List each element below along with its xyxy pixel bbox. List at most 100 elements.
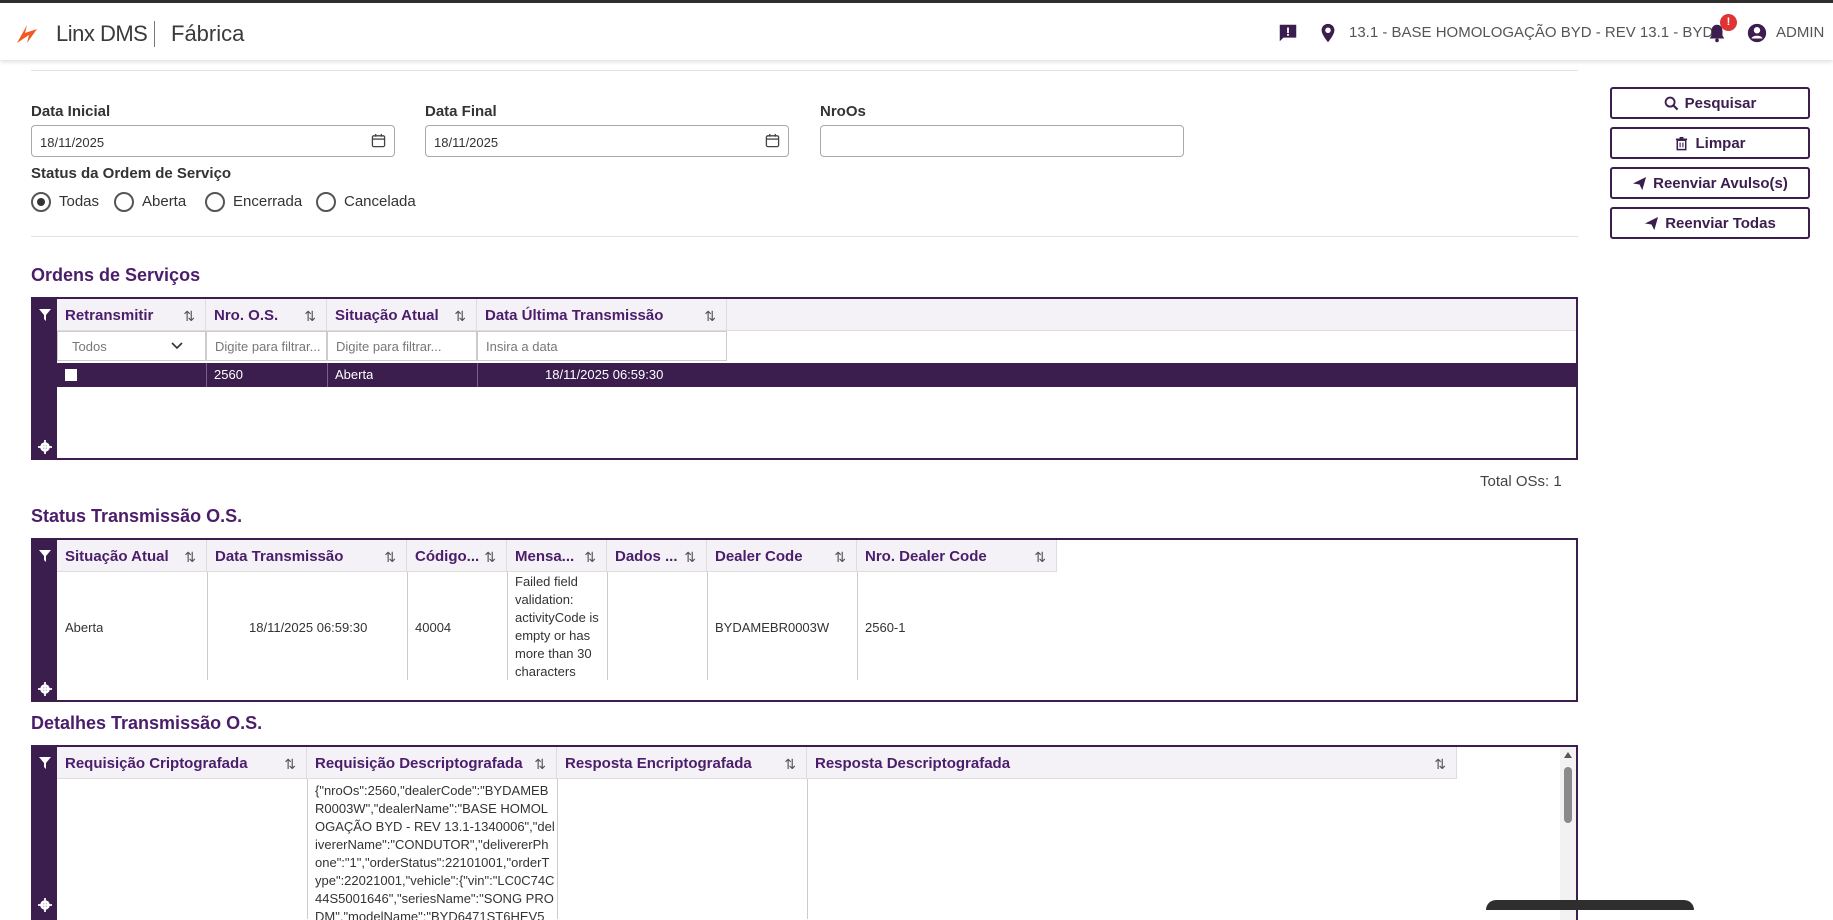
sort-icon[interactable]: ⇅: [183, 308, 195, 325]
gear-icon[interactable]: [38, 898, 52, 912]
filter-icon[interactable]: [39, 757, 51, 769]
col-resposta-descriptografada[interactable]: Resposta Descriptografada ⇅: [807, 747, 1457, 779]
filter-icon[interactable]: [39, 550, 51, 562]
col-requisicao-criptografada[interactable]: Requisição Criptografada ⇅: [57, 747, 307, 779]
data-filter-input[interactable]: Insira a data: [477, 331, 727, 361]
chevron-down-icon: [171, 342, 183, 350]
pesquisar-button[interactable]: Pesquisar: [1610, 87, 1810, 119]
status-os-label: Status da Ordem de Serviço: [31, 165, 232, 182]
location-pin-icon[interactable]: [1317, 22, 1339, 44]
gear-icon[interactable]: [38, 682, 52, 696]
col-retransmitir[interactable]: Retransmitir ⇅: [57, 299, 206, 331]
grid-toolbar: [33, 299, 57, 458]
user-avatar-icon[interactable]: [1746, 22, 1768, 44]
scroll-up-icon[interactable]: [1564, 752, 1572, 758]
cell-divider: [206, 363, 207, 387]
grid-toolbar: [33, 540, 57, 700]
reenviar-avulsos-button[interactable]: Reenviar Avulso(s): [1610, 167, 1810, 199]
sort-icon[interactable]: ⇅: [584, 549, 596, 566]
radio-label: Cancelada: [344, 193, 416, 210]
user-name[interactable]: ADMIN: [1776, 24, 1824, 41]
sort-icon[interactable]: ⇅: [1434, 756, 1446, 773]
col-data-ultima-transmissao[interactable]: Data Última Transmissão ⇅: [477, 299, 727, 331]
radio-unchecked-icon[interactable]: [205, 192, 225, 212]
sort-icon[interactable]: ⇅: [484, 549, 496, 566]
column-label: Data Última Transmissão: [485, 307, 664, 324]
sort-icon[interactable]: ⇅: [184, 549, 196, 566]
radio-unchecked-icon[interactable]: [114, 192, 134, 212]
reenviar-avulsos-label: Reenviar Avulso(s): [1653, 174, 1788, 192]
col-dados[interactable]: Dados ... ⇅: [607, 540, 707, 572]
send-icon: [1633, 176, 1647, 190]
retransmitir-checkbox[interactable]: [65, 369, 77, 381]
col-mensagem[interactable]: Mensa... ⇅: [507, 540, 607, 572]
nro-os-label: NroOs: [820, 103, 866, 120]
search-icon: [1664, 96, 1678, 110]
situacao-filter-input[interactable]: Digite para filtrar...: [327, 331, 477, 361]
cell-divider: [307, 779, 308, 919]
top-bar: Linx DMS Fábrica 13.1 - BASE HOMOLOGAÇÃO…: [0, 0, 1833, 60]
limpar-label: Limpar: [1695, 134, 1746, 152]
sort-icon[interactable]: ⇅: [784, 756, 796, 773]
calendar-icon[interactable]: [371, 133, 386, 148]
scrollbar-thumb[interactable]: [1564, 767, 1572, 823]
feedback-icon[interactable]: [1277, 22, 1299, 44]
cell-divider: [857, 572, 858, 680]
col-dealer-code[interactable]: Dealer Code ⇅: [707, 540, 857, 572]
vertical-scrollbar[interactable]: [1560, 747, 1576, 920]
column-label: Situação Atual: [65, 548, 169, 565]
cell-mensagem: Failed field validation: activityCode is…: [515, 574, 599, 679]
radio-checked-icon[interactable]: [31, 192, 51, 212]
limpar-button[interactable]: Limpar: [1610, 127, 1810, 159]
sort-icon[interactable]: ⇅: [534, 756, 546, 773]
nro-os-filter-input[interactable]: Digite para filtrar...: [206, 331, 327, 361]
cell-situacao: Aberta: [335, 367, 374, 382]
ordens-grid: Retransmitir ⇅ Nro. O.S. ⇅ Situação Atual ⇅…: [31, 297, 1578, 460]
sort-icon[interactable]: ⇅: [704, 308, 716, 325]
col-nro-os[interactable]: Nro. O.S. ⇅: [206, 299, 327, 331]
radio-unchecked-icon[interactable]: [316, 192, 336, 212]
send-icon: [1645, 216, 1659, 230]
notification-badge: !: [1720, 14, 1737, 31]
column-label: Requisição Criptografada: [65, 755, 248, 772]
sort-icon[interactable]: ⇅: [304, 308, 316, 325]
filters-divider: [31, 236, 1578, 237]
cell-divider: [807, 779, 808, 919]
cell-divider: [407, 572, 408, 680]
table-row[interactable]: 2560 Aberta 18/11/2025 06:59:30: [57, 363, 1576, 387]
filter-icon[interactable]: [39, 309, 51, 321]
cell-divider: [607, 572, 608, 680]
col-nro-dealer-code[interactable]: Nro. Dealer Code ⇅: [857, 540, 1057, 572]
col-situacao-atual[interactable]: Situação Atual ⇅: [327, 299, 477, 331]
cell-codigo: 40004: [415, 620, 452, 635]
retransmitir-filter-select[interactable]: Todos: [57, 331, 206, 361]
col-data-transmissao[interactable]: Data Transmissão ⇅: [207, 540, 407, 572]
col-resposta-encriptografada[interactable]: Resposta Encriptografada ⇅: [557, 747, 807, 779]
sort-icon[interactable]: ⇅: [284, 756, 296, 773]
data-inicial-field[interactable]: 18/11/2025: [31, 125, 395, 157]
sort-icon[interactable]: ⇅: [384, 549, 396, 566]
nro-os-input[interactable]: [820, 125, 1184, 157]
column-label: Dados ...: [615, 548, 678, 565]
radio-label: Aberta: [142, 193, 187, 210]
cell-data-transmissao: 18/11/2025 06:59:30: [249, 620, 368, 635]
sort-icon[interactable]: ⇅: [454, 308, 466, 325]
sort-icon[interactable]: ⇅: [1034, 549, 1046, 566]
data-final-field[interactable]: 18/11/2025: [425, 125, 789, 157]
gear-icon[interactable]: [38, 440, 52, 454]
grid-toolbar: [33, 747, 57, 920]
col-codigo[interactable]: Código... ⇅: [407, 540, 507, 572]
environment-label[interactable]: 13.1 - BASE HOMOLOGAÇÃO BYD - REV 13.1 -…: [1349, 24, 1713, 41]
sort-icon[interactable]: ⇅: [834, 549, 846, 566]
reenviar-todas-button[interactable]: Reenviar Todas: [1610, 207, 1810, 239]
top-divider: [31, 70, 1578, 71]
col-situacao-atual[interactable]: Situação Atual ⇅: [57, 540, 207, 572]
column-label: Situação Atual: [335, 307, 439, 324]
cell-situacao: Aberta: [65, 620, 104, 635]
column-label: Retransmitir: [65, 307, 154, 324]
sort-icon[interactable]: ⇅: [684, 549, 696, 566]
column-label: Requisição Descriptografada: [315, 755, 523, 772]
col-requisicao-descriptografada[interactable]: Requisição Descriptografada ⇅: [307, 747, 557, 779]
column-label: Dealer Code: [715, 548, 803, 565]
calendar-icon[interactable]: [765, 133, 780, 148]
